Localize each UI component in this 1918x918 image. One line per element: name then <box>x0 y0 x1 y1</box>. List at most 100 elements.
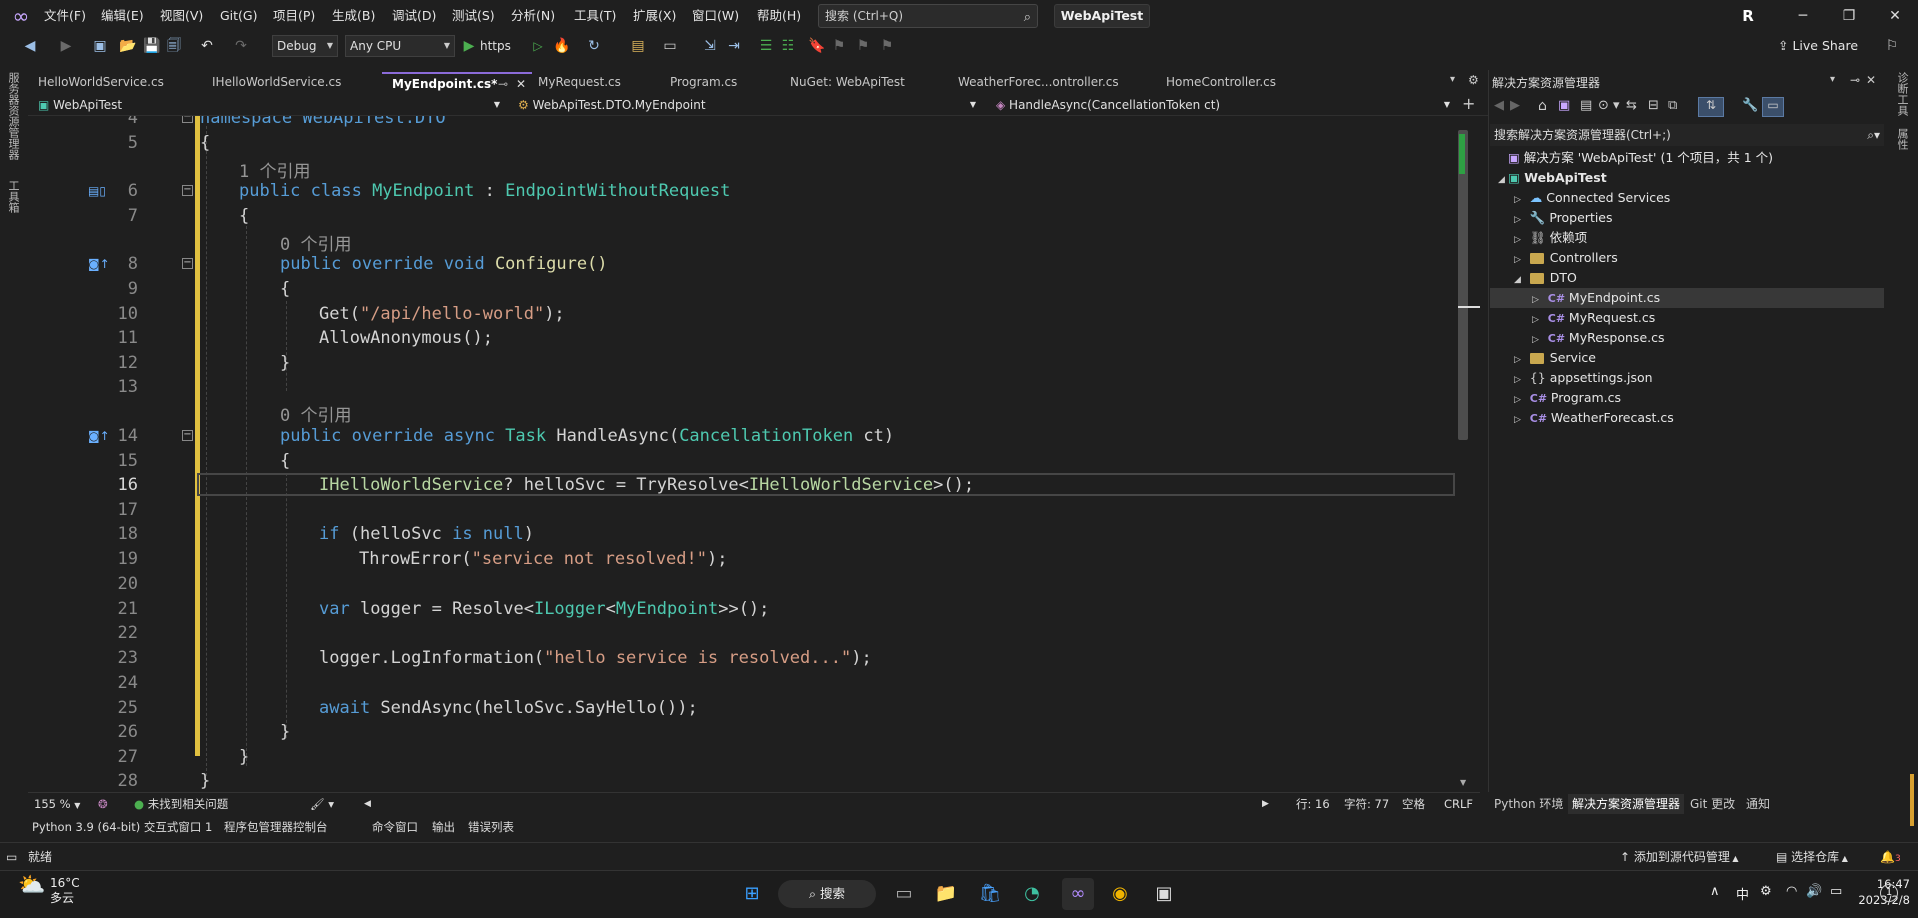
panel-nav-icon[interactable]: ◀▶ <box>1494 98 1526 113</box>
back-icon[interactable]: ◀ <box>20 34 40 58</box>
menu-help[interactable]: 帮助(H) <box>757 0 801 32</box>
codelens-references[interactable]: 0 个引用 <box>280 401 351 426</box>
tree-item-appsettings[interactable]: ▷ {} appsettings.json <box>1514 368 1653 388</box>
microsoft-store-icon[interactable]: 🛍 <box>974 878 1006 910</box>
close-panel-icon[interactable]: ✕ <box>1866 73 1876 87</box>
tab-overflow-icon[interactable]: ▾ <box>1450 74 1455 85</box>
collapse-all-icon[interactable]: ⊟ <box>1648 98 1659 113</box>
code-line-14[interactable]: public override async Task HandleAsync(C… <box>280 426 894 446</box>
line-indicator[interactable]: 行: 16 <box>1296 795 1330 813</box>
codelens-references[interactable]: 1 个引用 <box>239 157 310 182</box>
edge-browser-icon[interactable]: ◔ <box>1016 878 1048 910</box>
tab-myrequest[interactable]: MyRequest.cs <box>528 72 656 92</box>
network-wifi-icon[interactable]: ◠ <box>1786 884 1797 899</box>
tab-git-changes[interactable]: Git 更改 <box>1686 794 1739 814</box>
chrome-icon[interactable]: ◉ <box>1104 878 1136 910</box>
codelens-references[interactable]: 0 个引用 <box>280 230 351 255</box>
undo-icon[interactable]: ↶ <box>196 34 218 58</box>
tree-item-weatherforecast[interactable]: ▷ C# WeatherForecast.cs <box>1514 408 1674 428</box>
preview-selected-icon[interactable]: ▭ <box>1762 97 1784 117</box>
implementation-glyph-icon[interactable]: ▤▯ <box>88 182 110 200</box>
bookmark-prev-icon[interactable]: ⚑ <box>830 34 848 58</box>
tree-item-service[interactable]: ▷ Service <box>1514 348 1596 368</box>
refresh-icon[interactable]: ↻ <box>584 34 604 58</box>
scroll-down-icon[interactable]: ▼ <box>1460 778 1466 787</box>
view-toggle-icon[interactable]: ▤ <box>1580 98 1592 113</box>
terminal-icon[interactable]: ▣ <box>1148 878 1180 910</box>
code-cleanup-icon[interactable]: 🖌 ▾ <box>310 795 334 813</box>
code-line-6[interactable]: public class MyEndpoint : EndpointWithou… <box>239 181 730 201</box>
code-line-21[interactable]: var logger = Resolve<ILogger<MyEndpoint>… <box>319 599 769 619</box>
menu-file[interactable]: 文件(F) <box>44 0 86 32</box>
tab-error-list[interactable]: 错误列表 <box>468 818 514 836</box>
step-icon[interactable]: ⇲ <box>700 34 720 58</box>
avatar[interactable]: R <box>1738 6 1758 26</box>
override-glyph-icon[interactable]: ◙↑ <box>88 255 110 273</box>
code-line-25[interactable]: await SendAsync(helloSvc.SayHello()); <box>319 698 698 718</box>
char-indicator[interactable]: 字符: 77 <box>1344 795 1389 813</box>
menu-project[interactable]: 项目(P) <box>273 0 315 32</box>
override-glyph-icon[interactable]: ◙↑ <box>88 427 110 445</box>
type-nav-dropdown[interactable]: ⚙ WebApiTest.DTO.MyEndpoint ▼ <box>508 96 982 114</box>
code-line-27[interactable]: } <box>239 747 249 767</box>
folder-icon[interactable]: ▤ <box>628 34 648 58</box>
panel-menu-icon[interactable]: ▾ <box>1830 74 1835 85</box>
notification-center-badge[interactable]: 1 <box>1880 884 1898 902</box>
ime-indicator[interactable]: 中 <box>1736 884 1749 903</box>
tab-homecontroller[interactable]: HomeController.cs <box>1156 72 1330 92</box>
taskbar-search-button[interactable]: ⌕ 搜索 <box>778 880 876 908</box>
bookmark-clear-icon[interactable]: ⚑ <box>878 34 896 58</box>
code-line-16[interactable]: IHelloWorldService? helloSvc = TryResolv… <box>319 475 974 495</box>
close-tab-icon[interactable]: ✕ <box>516 74 526 94</box>
tab-package-manager-console[interactable]: 程序包管理器控制台 <box>224 818 328 836</box>
code-line-11[interactable]: AllowAnonymous(); <box>319 328 493 348</box>
scrollbar-thumb[interactable] <box>1458 130 1468 440</box>
tab-python-interactive[interactable]: Python 3.9 (64-bit) 交互式窗口 1 <box>32 818 212 836</box>
tab-notifications[interactable]: 通知 <box>1742 794 1774 814</box>
menu-edit[interactable]: 编辑(E) <box>101 0 144 32</box>
tab-server-explorer[interactable]: 服务器资源管理器 <box>7 72 20 160</box>
start-windows-icon[interactable]: ⊞ <box>736 878 768 910</box>
bookmark-icon[interactable]: 🔖 <box>808 34 826 58</box>
tree-item-controllers[interactable]: ▷ Controllers <box>1514 248 1618 268</box>
step-over-icon[interactable]: ⇥ <box>724 34 744 58</box>
menu-view[interactable]: 视图(V) <box>160 0 203 32</box>
pin-icon[interactable]: ⊸ <box>498 74 508 94</box>
menu-tools[interactable]: 工具(T) <box>574 0 616 32</box>
whitespace-indicator[interactable]: 空格 <box>1402 795 1425 813</box>
volume-icon[interactable]: 🔊 <box>1806 884 1822 899</box>
menu-extensions[interactable]: 扩展(X) <box>633 0 676 32</box>
tab-nuget[interactable]: NuGet: WebApiTest <box>780 72 956 92</box>
vs-switch-view-icon[interactable]: ▣ <box>1558 98 1570 113</box>
select-repository-button[interactable]: ▤ 选择仓库 ▲ <box>1776 848 1848 868</box>
save-all-icon[interactable]: 🗐 <box>164 34 184 58</box>
menu-build[interactable]: 生成(B) <box>332 0 375 32</box>
zoom-select[interactable]: 155 % ▼ <box>34 795 80 813</box>
tree-item-program[interactable]: ▷ C# Program.cs <box>1514 388 1621 408</box>
properties-wrench-icon[interactable]: 🔧 <box>1742 98 1758 113</box>
scroll-right-icon[interactable]: ▶ <box>1262 795 1269 813</box>
tree-item-dto[interactable]: ◢ DTO <box>1514 268 1577 288</box>
fold-toggle-icon[interactable]: − <box>182 116 193 123</box>
line-ending-indicator[interactable]: CRLF <box>1444 795 1473 813</box>
save-icon[interactable]: 💾 <box>142 34 162 58</box>
visual-studio-logo-icon[interactable]: ∞ <box>8 5 34 27</box>
close-icon[interactable]: ✕ <box>1872 0 1918 32</box>
code-line-12[interactable]: } <box>280 353 290 373</box>
code-line-9[interactable]: { <box>280 279 290 299</box>
outdent-icon[interactable]: ☷ <box>778 34 798 58</box>
settings-gear-icon[interactable]: ⚙ <box>1468 73 1479 87</box>
tree-item-myrequest[interactable]: ▷ C# MyRequest.cs <box>1532 308 1655 328</box>
tree-item-myendpoint[interactable]: ▷ C# MyEndpoint.cs <box>1532 288 1660 308</box>
tree-item-project[interactable]: ◢ ▣ WebApiTest <box>1498 168 1607 188</box>
tab-toolbox[interactable]: 工具箱 <box>7 180 20 213</box>
code-line-23[interactable]: logger.LogInformation("hello service is … <box>319 648 872 668</box>
menu-analyze[interactable]: 分析(N) <box>511 0 555 32</box>
run-icon[interactable]: ▶ <box>462 34 476 58</box>
tab-program[interactable]: Program.cs <box>660 72 780 92</box>
feedback-icon[interactable]: ⚐ <box>1882 34 1902 58</box>
home-icon[interactable]: ⌂ <box>1538 98 1547 114</box>
code-line-18[interactable]: if (helloSvc is null) <box>319 524 534 544</box>
code-line-15[interactable]: { <box>280 451 290 471</box>
run-target-button[interactable]: https <box>480 34 511 58</box>
